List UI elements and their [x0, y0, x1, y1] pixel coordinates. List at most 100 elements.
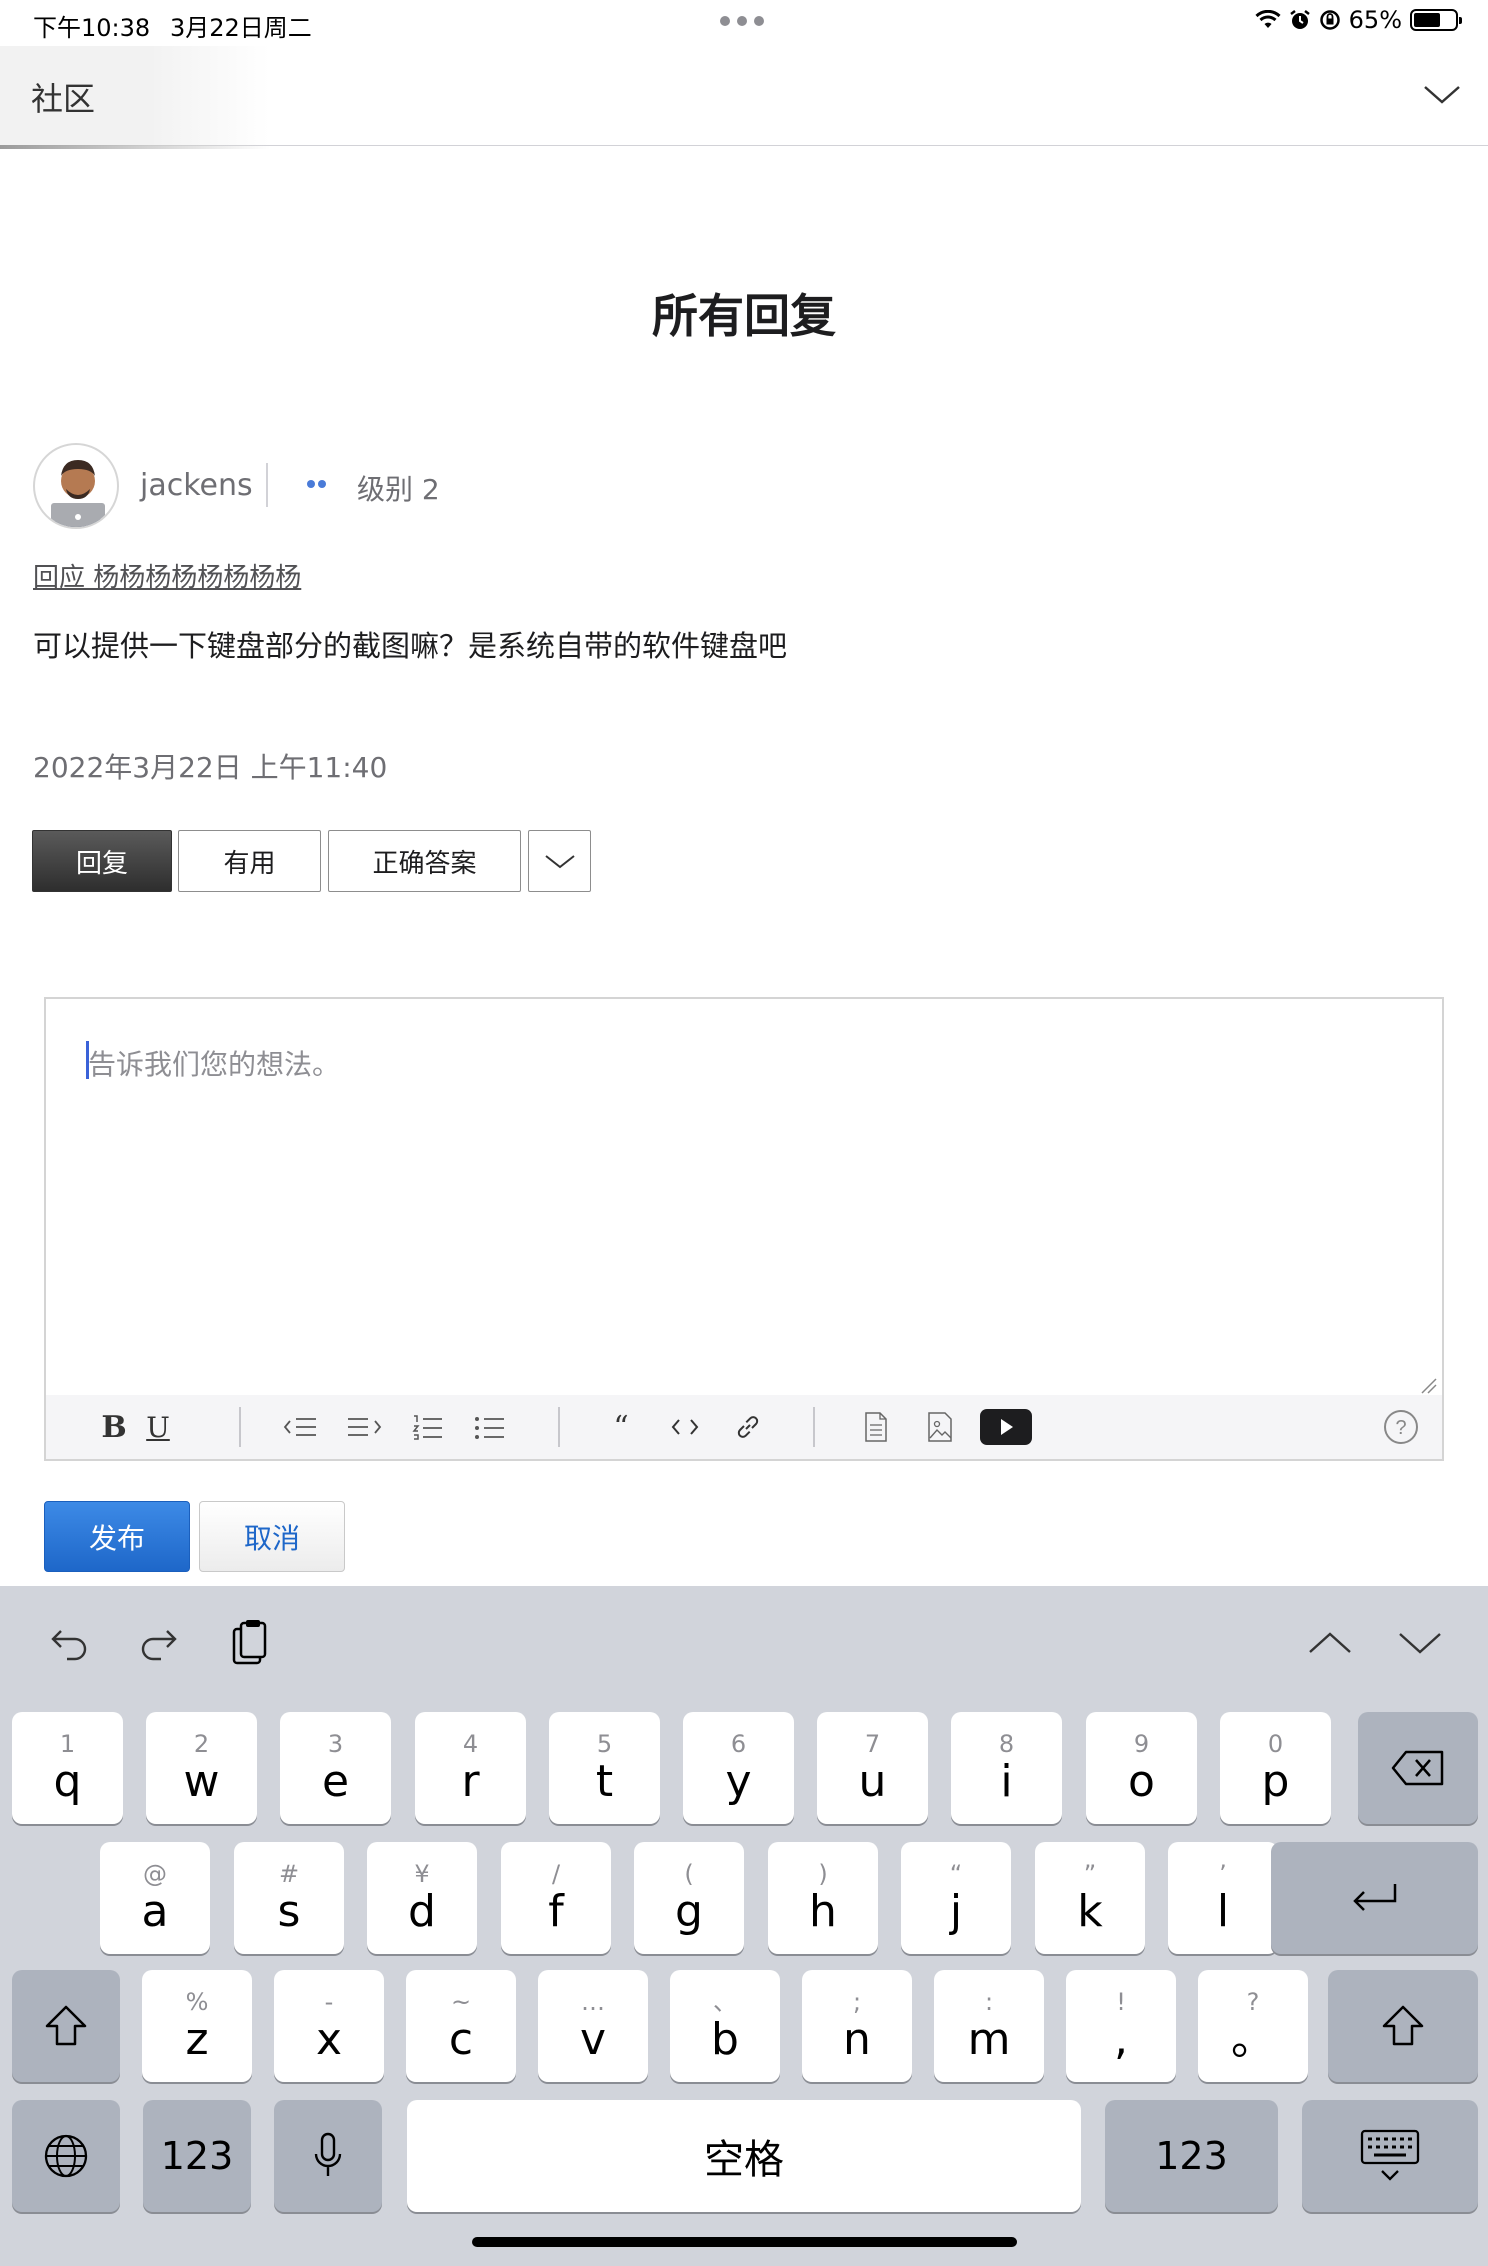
- avatar[interactable]: [33, 443, 119, 529]
- key-q[interactable]: 1q: [12, 1712, 123, 1824]
- return-key[interactable]: [1271, 1842, 1478, 1954]
- key-,[interactable]: !,: [1066, 1970, 1176, 2082]
- paste-icon[interactable]: [224, 1618, 274, 1668]
- key-s[interactable]: # s: [234, 1842, 344, 1954]
- space-key[interactable]: 空格: [407, 2100, 1081, 2212]
- key-primary-label: z: [185, 2014, 209, 2065]
- key-t[interactable]: 5t: [549, 1712, 660, 1824]
- status-time: 下午10:38: [33, 14, 151, 42]
- key-primary-label: g: [675, 1886, 703, 1937]
- outdent-icon[interactable]: [280, 1409, 320, 1445]
- resize-handle-icon[interactable]: [1420, 1377, 1438, 1395]
- key-j[interactable]: “j: [901, 1842, 1011, 1954]
- key-d[interactable]: ¥ d: [367, 1842, 477, 1954]
- key-m[interactable]: :m: [934, 1970, 1044, 2082]
- key-v[interactable]: … v: [538, 1970, 648, 2082]
- return-icon: [1352, 1884, 1396, 1911]
- bulleted-list-icon[interactable]: [472, 1409, 508, 1445]
- next-field-icon[interactable]: [1395, 1618, 1445, 1668]
- key-secondary-label: !: [1116, 1988, 1126, 2016]
- shift-icon: [45, 2005, 87, 2046]
- key-a[interactable]: @ a: [100, 1842, 210, 1954]
- key-primary-label: r: [461, 1756, 480, 1807]
- shift-key-left[interactable]: [12, 1970, 120, 2082]
- redo-icon[interactable]: [134, 1618, 184, 1668]
- numbered-list-icon[interactable]: [410, 1409, 446, 1445]
- code-icon[interactable]: [667, 1409, 703, 1445]
- document-icon[interactable]: [858, 1409, 894, 1445]
- globe-key[interactable]: [12, 2100, 120, 2212]
- useful-button[interactable]: 有用: [178, 830, 321, 892]
- previous-field-icon[interactable]: [1305, 1618, 1355, 1668]
- key-secondary-label: %: [185, 1988, 209, 2016]
- key-g[interactable]: (g: [634, 1842, 744, 1954]
- key-e[interactable]: 3e: [280, 1712, 391, 1824]
- nav-tab-community[interactable]: 社区: [0, 46, 270, 149]
- key-secondary-label: 、: [713, 1988, 737, 2016]
- user-level: 级别 2: [357, 473, 440, 506]
- home-indicator[interactable]: [472, 2237, 1017, 2247]
- chevron-down-icon[interactable]: [1422, 80, 1462, 108]
- key-o[interactable]: 9o: [1086, 1712, 1197, 1824]
- key-secondary-label: 9: [1133, 1730, 1150, 1758]
- publish-button[interactable]: 发布: [44, 1501, 190, 1572]
- key-primary-label: n: [843, 2014, 871, 2065]
- key-k[interactable]: ” k: [1035, 1842, 1145, 1954]
- dictation-key[interactable]: [274, 2100, 382, 2212]
- shift-key-right[interactable]: [1328, 1970, 1478, 2082]
- undo-icon[interactable]: [44, 1618, 94, 1668]
- key-。[interactable]: ?。: [1198, 1970, 1308, 2082]
- key-primary-label: a: [141, 1886, 169, 1937]
- username[interactable]: jackens: [140, 468, 253, 503]
- key-b[interactable]: 、 b: [670, 1970, 780, 2082]
- multitasking-dots-icon[interactable]: [720, 16, 764, 26]
- dismiss-keyboard-key[interactable]: [1302, 2100, 1478, 2212]
- reply-button[interactable]: 回复: [32, 830, 172, 892]
- wifi-icon: [1255, 10, 1281, 28]
- key-primary-label: q: [53, 1756, 82, 1807]
- key-secondary-label: (: [684, 1860, 694, 1888]
- key-secondary-label: @: [143, 1860, 167, 1888]
- svg-text:?: ?: [1395, 1417, 1406, 1439]
- reply-editor[interactable]: 告诉我们您的想法。 B U “ ?: [44, 997, 1444, 1461]
- key-x[interactable]: -x: [274, 1970, 384, 2082]
- image-icon[interactable]: [922, 1409, 958, 1445]
- numbers-key-left[interactable]: 123: [143, 2100, 251, 2212]
- key-h[interactable]: ) h: [768, 1842, 878, 1954]
- key-primary-label: ,: [1114, 2014, 1128, 2065]
- reply-date: 2022年3月22日 上午11:40: [33, 751, 388, 784]
- key-p[interactable]: 0p: [1220, 1712, 1331, 1824]
- link-icon[interactable]: [730, 1409, 766, 1445]
- key-u[interactable]: 7u: [817, 1712, 928, 1824]
- toolbar-divider: [558, 1407, 560, 1447]
- bold-icon[interactable]: B: [96, 1409, 132, 1445]
- key-c[interactable]: ~ c: [406, 1970, 516, 2082]
- key-r[interactable]: 4r: [415, 1712, 526, 1824]
- numbers-key-right[interactable]: 123: [1105, 2100, 1278, 2212]
- numbers-key-label: 123: [1155, 2134, 1228, 2178]
- quote-icon[interactable]: “: [603, 1409, 639, 1445]
- key-i[interactable]: 8i: [951, 1712, 1062, 1824]
- status-date: 3月22日周二: [170, 14, 312, 42]
- underline-icon[interactable]: U: [140, 1409, 176, 1445]
- key-y[interactable]: 6y: [683, 1712, 794, 1824]
- indent-icon[interactable]: [345, 1409, 385, 1445]
- key-l[interactable]: ’ l: [1168, 1842, 1278, 1954]
- key-primary-label: 。: [1231, 2014, 1275, 2065]
- key-z[interactable]: % z: [142, 1970, 252, 2082]
- status-indicators: 65%: [1255, 6, 1462, 34]
- cancel-button[interactable]: 取消: [199, 1501, 345, 1572]
- video-icon[interactable]: [980, 1409, 1032, 1445]
- help-icon[interactable]: ?: [1381, 1409, 1421, 1445]
- key-w[interactable]: 2w: [146, 1712, 257, 1824]
- more-actions-button[interactable]: [528, 830, 591, 892]
- key-n[interactable]: ; n: [802, 1970, 912, 2082]
- correct-answer-button[interactable]: 正确答案: [328, 830, 521, 892]
- delete-key[interactable]: [1358, 1712, 1478, 1824]
- key-secondary-label: 4: [462, 1730, 479, 1758]
- key-primary-label: x: [315, 2014, 343, 2065]
- reply-to-link[interactable]: 回应 杨杨杨杨杨杨杨杨: [33, 557, 301, 594]
- community-nav: 社区: [0, 46, 1488, 149]
- key-secondary-label: ;: [852, 1988, 862, 2016]
- key-f[interactable]: / f: [501, 1842, 611, 1954]
